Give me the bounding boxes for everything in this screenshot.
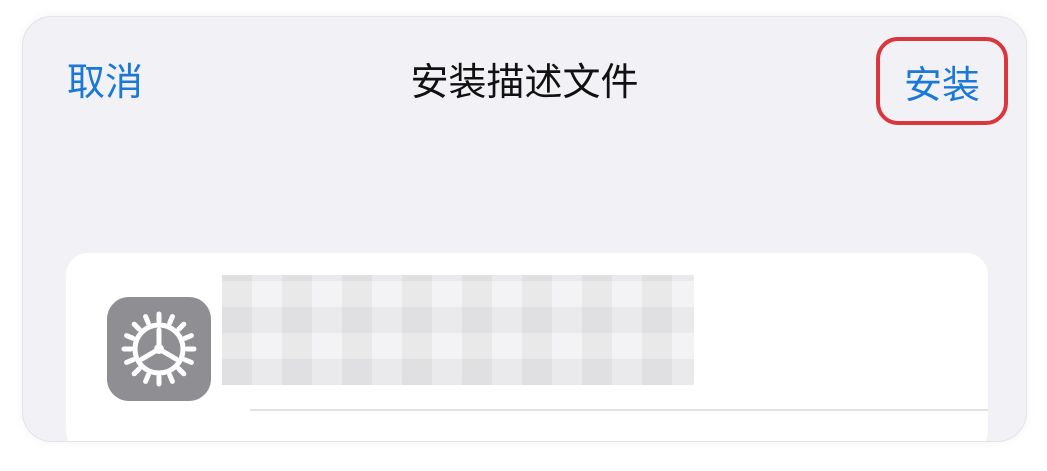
gear-icon-graphic [121,311,197,387]
gear-icon [107,297,211,401]
nav-bar: 取消 安装描述文件 安装 [23,17,1026,137]
install-profile-sheet: 取消 安装描述文件 安装 [22,16,1027,442]
profile-card[interactable] [66,253,988,441]
install-button-label: 安装 [903,62,980,107]
install-button[interactable]: 安装 [876,37,1008,125]
divider [250,409,988,411]
profile-name-redacted [222,275,694,385]
